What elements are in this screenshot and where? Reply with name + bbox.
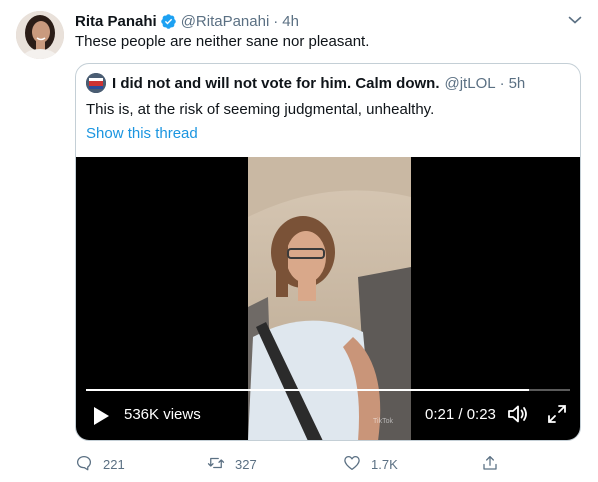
tweet-timestamp[interactable]: 4h xyxy=(282,13,299,30)
share-icon xyxy=(481,454,509,475)
reply-icon xyxy=(75,454,103,475)
quoted-author-name[interactable]: I did not and will not vote for him. Cal… xyxy=(112,75,440,92)
quoted-header: I did not and will not vote for him. Cal… xyxy=(86,73,525,93)
quoted-text: This is, at the risk of seeming judgment… xyxy=(86,101,435,118)
quoted-handle[interactable]: @jtLOL xyxy=(445,75,496,92)
share-button[interactable] xyxy=(481,453,509,475)
fullscreen-icon[interactable] xyxy=(546,403,568,425)
progress-bar[interactable] xyxy=(86,389,570,391)
reply-button[interactable]: 221 xyxy=(75,453,125,475)
show-thread-link[interactable]: Show this thread xyxy=(86,125,198,142)
video-player[interactable]: TikTok 536K views 0:21 / 0:23 xyxy=(76,157,580,440)
volume-icon[interactable] xyxy=(506,402,530,426)
header-separator: · xyxy=(273,12,279,30)
quoted-tweet[interactable]: I did not and will not vote for him. Cal… xyxy=(75,63,581,441)
tweet-actions: 221 327 1.7K xyxy=(75,453,515,475)
tweet-text: These people are neither sane nor pleasa… xyxy=(75,33,370,50)
quoted-avatar xyxy=(86,73,106,93)
quoted-separator: · xyxy=(499,74,505,92)
play-icon[interactable] xyxy=(90,405,112,427)
video-frame xyxy=(248,157,411,440)
progress-fill xyxy=(86,389,529,391)
author-avatar[interactable] xyxy=(16,11,64,59)
like-count: 1.7K xyxy=(371,456,398,472)
author-handle[interactable]: @RitaPanahi xyxy=(181,13,270,30)
author-name[interactable]: Rita Panahi xyxy=(75,13,157,30)
retweet-button[interactable]: 327 xyxy=(207,453,257,475)
reply-count: 221 xyxy=(103,456,125,472)
video-timecode: 0:21 / 0:23 xyxy=(425,406,496,423)
tweet-card[interactable]: Rita Panahi @RitaPanahi · 4h These peopl… xyxy=(0,0,598,482)
video-watermark: TikTok xyxy=(373,418,393,425)
quoted-timestamp[interactable]: 5h xyxy=(509,75,526,92)
retweet-icon xyxy=(207,454,235,475)
like-button[interactable]: 1.7K xyxy=(343,453,398,475)
retweet-count: 327 xyxy=(235,456,257,472)
like-icon xyxy=(343,454,371,475)
view-count: 536K views xyxy=(124,406,201,423)
tweet-header: Rita Panahi @RitaPanahi · 4h xyxy=(75,11,299,31)
caret-down-icon[interactable] xyxy=(565,10,585,30)
verified-icon xyxy=(160,13,177,30)
